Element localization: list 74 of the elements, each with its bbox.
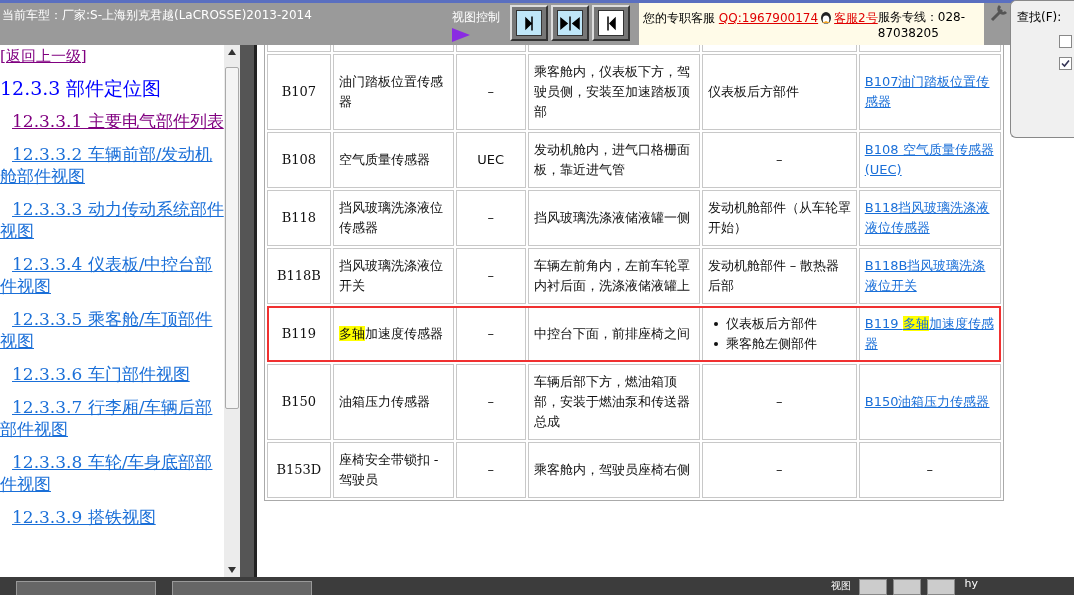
section-link[interactable]: 12.3.3.8 车轮/车身底部部件视图: [0, 451, 224, 495]
triangle-icon: [452, 28, 470, 42]
layout-icon[interactable]: [858, 579, 887, 595]
table-cell: 油箱压力传感器: [332, 364, 454, 440]
hotline-text: 服务专线：028-87038205: [877, 9, 966, 41]
table-cell: 空气质量传感器: [332, 132, 454, 188]
table-cell: B118B: [267, 248, 331, 304]
table-cell: 多轴加速度传感器: [332, 306, 454, 362]
section-link[interactable]: 12.3.3.5 乘客舱/车顶部件视图: [0, 308, 224, 352]
table-cell: B118: [267, 190, 331, 246]
section-link[interactable]: 12.3.3.9 搭铁视图: [0, 506, 224, 528]
table-cell: –: [455, 442, 526, 498]
qq-link[interactable]: QQ:1967900174: [718, 11, 819, 25]
table-cell: –: [701, 364, 857, 440]
user-name: hy: [964, 577, 978, 590]
layout-icon[interactable]: [926, 579, 955, 595]
section-link[interactable]: 12.3.3.6 车门部件视图: [0, 363, 224, 385]
table-cell: 车辆左前角内，左前车轮罩内衬后面，洗涤液储液罐上: [527, 248, 700, 304]
back-link[interactable]: [返回上一级]: [0, 47, 87, 66]
table-cell: B107: [267, 54, 331, 130]
table-cell: –: [455, 248, 526, 304]
section-link[interactable]: 12.3.3.1 主要电气部件列表: [0, 110, 224, 132]
table-cell: –: [455, 306, 526, 362]
table-cell-text: 乘客舱左侧部件: [725, 335, 817, 353]
bullet-icon: [713, 342, 718, 346]
checkbox[interactable]: [1059, 35, 1072, 48]
arrow-bar-icon: [560, 15, 580, 31]
table-cell: 发动机舱部件 – 散热器后部: [701, 248, 857, 304]
scroll-down-icon[interactable]: [228, 567, 236, 573]
view-control-label: 视图控制: [452, 9, 500, 26]
checkbox[interactable]: [1059, 57, 1072, 70]
view-layout-button[interactable]: [551, 5, 589, 41]
table-cell: B108: [267, 132, 331, 188]
section-link[interactable]: 12.3.3.2 车辆前部/发动机舱部件视图: [0, 143, 224, 187]
wrench-icon: [988, 2, 1010, 24]
table-cell: –: [701, 442, 857, 498]
table-cell: UEC: [455, 132, 526, 188]
table-cell: –: [701, 132, 857, 188]
table-cell: 挡风玻璃洗涤液储液罐一侧: [527, 190, 700, 246]
bullet-icon: [713, 322, 718, 326]
table-cell: B153D: [267, 442, 331, 498]
table-cell-text: 仪表板后方部件: [725, 315, 817, 333]
table-cell: B150: [267, 364, 331, 440]
table-cell: 挡风玻璃洗涤液位开关: [332, 248, 454, 304]
section-link[interactable]: 12.3.3.4 仪表板/中控台部件视图: [0, 253, 224, 297]
section-link[interactable]: 12.3.3.3 动力传动系统部件视图: [0, 198, 224, 242]
table-cell: –: [858, 442, 1001, 498]
table-cell: –: [455, 54, 526, 130]
table-cell: 油门踏板位置传感器: [332, 54, 454, 130]
table-cell: 挡风玻璃洗涤液位传感器: [332, 190, 454, 246]
arrow-bar-icon: [525, 15, 533, 31]
table-cell: 发动机舱部件（从车轮罩开始）: [701, 190, 857, 246]
view-layout-button[interactable]: [592, 5, 630, 41]
find-label: 查找(F):: [1017, 9, 1063, 26]
table-cell: 座椅安全带锁扣 - 驾驶员: [332, 442, 454, 498]
agent-link[interactable]: 客服2号: [834, 11, 878, 25]
table-cell: 中控台下面，前排座椅之间: [527, 306, 700, 362]
section-heading: 12.3.3 部件定位图: [0, 76, 163, 101]
table-cell: 发动机舱内，进气口格栅面板，靠近进气管: [527, 132, 700, 188]
arrow-bar-icon: [606, 15, 616, 31]
table-cell: 乘客舱内，驾驶员座椅右侧: [527, 442, 700, 498]
table-cell: –: [455, 190, 526, 246]
view-label: 视图: [830, 579, 851, 593]
scroll-up-icon[interactable]: [228, 49, 236, 55]
layout-icon[interactable]: [892, 579, 921, 595]
service-label: 您的专职客服: [643, 11, 716, 25]
table-cell: 车辆后部下方，燃油箱顶部，安装于燃油泵和传送器总成: [527, 364, 700, 440]
table-cell: 仪表板后方部件: [701, 54, 857, 130]
vehicle-title: 当前车型：厂家:S-上海别克君越(LaCROSSE)2013-2014: [1, 7, 313, 24]
table-cell: 乘客舱内，仪表板下方，驾驶员侧，安装至加速踏板顶部: [527, 54, 700, 130]
scrollbar[interactable]: [224, 45, 240, 577]
table-cell: –: [455, 364, 526, 440]
view-layout-button[interactable]: [510, 5, 548, 41]
section-link[interactable]: 12.3.3.7 行李厢/车辆后部部件视图: [0, 396, 224, 440]
